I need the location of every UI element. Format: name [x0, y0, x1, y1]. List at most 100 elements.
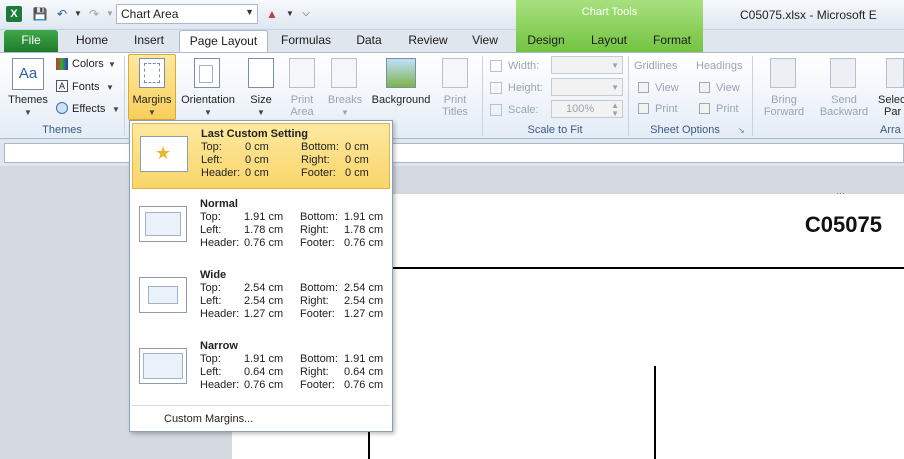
themes-button[interactable]: Themes — [6, 94, 50, 106]
header-value: 0.76 cm — [244, 379, 284, 391]
height-icon — [490, 82, 502, 94]
print-titles-button[interactable]: Titles — [436, 106, 474, 118]
tab-view[interactable]: View — [462, 30, 508, 52]
headings-view-checkbox[interactable] — [699, 82, 710, 93]
breaks-button[interactable]: Breaks — [324, 94, 366, 106]
tab-formulas[interactable]: Formulas — [274, 30, 338, 52]
tab-layout[interactable]: Layout — [582, 30, 636, 52]
margin-option-title: Wide — [200, 269, 227, 281]
chevron-down-icon: ▼ — [257, 108, 265, 117]
margin-option-normal[interactable]: Normal Top: 1.91 cm Bottom: 1.91 cm Left: 1.… — [132, 194, 390, 260]
header-value: 0 cm — [245, 167, 269, 179]
height-label: Height: — [508, 82, 543, 94]
send-backward-label-1: Send — [831, 94, 857, 106]
group-divider — [482, 56, 483, 136]
chevron-down-icon: ▼ — [148, 108, 156, 117]
gridlines-view-checkbox[interactable] — [638, 82, 649, 93]
size-button[interactable]: Size — [244, 94, 278, 106]
chevron-down-icon: ▼ — [204, 108, 212, 117]
orientation-button[interactable]: Orientation — [176, 94, 240, 106]
colors-button[interactable]: Colors — [72, 58, 104, 70]
headings-print-checkbox[interactable] — [699, 103, 710, 114]
fonts-icon: A — [56, 80, 68, 92]
sheet-title: C05075 — [804, 212, 882, 237]
group-divider — [124, 56, 125, 136]
footer-label: Footer: — [300, 379, 335, 391]
margin-option-last-custom[interactable]: ★ Last Custom Setting Top: 0 cm Bottom: 0 c… — [132, 123, 390, 189]
width-label: Width: — [508, 60, 540, 72]
chart-element-selector[interactable]: Chart Area ▼ — [116, 4, 258, 24]
width-icon — [490, 60, 502, 72]
footer-label: Footer: — [301, 167, 336, 179]
send-backward-button[interactable]: Backward — [814, 106, 874, 118]
effects-button[interactable]: Effects — [72, 103, 105, 115]
height-select[interactable]: ▼ — [551, 78, 623, 96]
arrange-group-label: Arra — [880, 124, 901, 136]
header-label: Header: — [201, 167, 241, 179]
headings-label: Headings — [696, 60, 743, 72]
background-button[interactable]: Background — [366, 94, 436, 106]
print-titles-icon — [442, 58, 468, 88]
margin-option-wide[interactable]: Wide Top: 2.54 cm Bottom: 2.54 cm Left: 2.54… — [132, 265, 390, 331]
bottom-label: Bottom: — [300, 353, 338, 365]
background-icon — [386, 58, 416, 88]
bring-forward-button[interactable]: Forward — [756, 106, 812, 118]
gridlines-print-label: Print — [655, 103, 678, 115]
custom-margins-menu-item[interactable]: Custom Margins... — [164, 413, 253, 425]
excel-app-icon[interactable]: X — [6, 6, 22, 22]
top-value: 1.91 cm — [244, 211, 284, 223]
tab-design[interactable]: Design — [520, 30, 572, 52]
window-title: C05075.xlsx - Microsoft E — [740, 8, 877, 22]
gridlines-print-checkbox[interactable] — [638, 103, 649, 114]
width-select[interactable]: ▼ — [551, 56, 623, 74]
last-custom-margins-icon: ★ — [140, 136, 188, 172]
selection-pane-icon — [886, 58, 904, 88]
chart-border-line — [392, 267, 904, 269]
undo-dropdown-icon[interactable]: ▼ — [70, 6, 86, 22]
save-icon[interactable]: 💾 — [32, 6, 48, 22]
chevron-down-icon: ▼ — [106, 83, 114, 92]
fonts-button[interactable]: Fonts — [72, 81, 100, 93]
scale-value: 100% — [566, 103, 595, 115]
fill-color-dropdown-icon[interactable]: ▼ — [282, 6, 298, 22]
orientation-icon — [194, 58, 220, 88]
send-backward-icon — [830, 58, 856, 88]
chevron-down-icon: ▼ — [112, 105, 120, 114]
footer-value: 1.27 cm — [344, 308, 384, 320]
fill-color-icon[interactable]: ▲ — [264, 6, 280, 22]
chevron-down-icon: ▼ — [24, 108, 32, 117]
tab-format[interactable]: Format — [644, 30, 700, 52]
margins-label: Margins — [132, 94, 172, 106]
margins-icon — [139, 58, 165, 88]
right-value: 2.54 cm — [344, 295, 384, 307]
bottom-label: Bottom: — [300, 211, 338, 223]
tab-page-layout[interactable]: Page Layout — [179, 30, 268, 54]
left-label: Left: — [201, 154, 223, 166]
right-label: Right: — [300, 224, 329, 236]
margin-option-narrow[interactable]: Narrow Top: 1.91 cm Bottom: 1.91 cm Left: 0.… — [132, 336, 390, 402]
redo-icon[interactable]: ↷ — [86, 6, 102, 22]
customize-qat-icon[interactable]: ⌵ — [298, 6, 314, 22]
tab-data[interactable]: Data — [344, 30, 394, 52]
tab-home[interactable]: Home — [66, 30, 118, 52]
chevron-down-icon: ▼ — [245, 7, 254, 17]
scale-to-fit-group-label: Scale to Fit — [527, 124, 583, 136]
tab-review[interactable]: Review — [400, 30, 456, 52]
sheet-options-group-label: Sheet Options — [650, 124, 720, 136]
selection-pane-button[interactable]: Par — [884, 106, 904, 118]
print-area-button[interactable]: Area — [284, 106, 320, 118]
tab-file[interactable]: File — [4, 30, 58, 52]
bottom-value: 0 cm — [345, 141, 369, 153]
undo-icon[interactable]: ↶ — [54, 6, 70, 22]
chart-axis-line — [368, 432, 370, 459]
top-label: Top: — [200, 211, 221, 223]
header-label: Header: — [200, 308, 240, 320]
margin-option-title: Normal — [200, 198, 238, 210]
chart-element-value: Chart Area — [121, 7, 179, 21]
scale-spinner[interactable]: 100% ▲ ▼ — [551, 100, 623, 118]
headings-print-label: Print — [716, 103, 739, 115]
header-value: 1.27 cm — [244, 308, 284, 320]
footer-label: Footer: — [300, 237, 335, 249]
tab-insert[interactable]: Insert — [122, 30, 176, 52]
dialog-launcher-icon[interactable]: ↘ — [738, 126, 745, 135]
